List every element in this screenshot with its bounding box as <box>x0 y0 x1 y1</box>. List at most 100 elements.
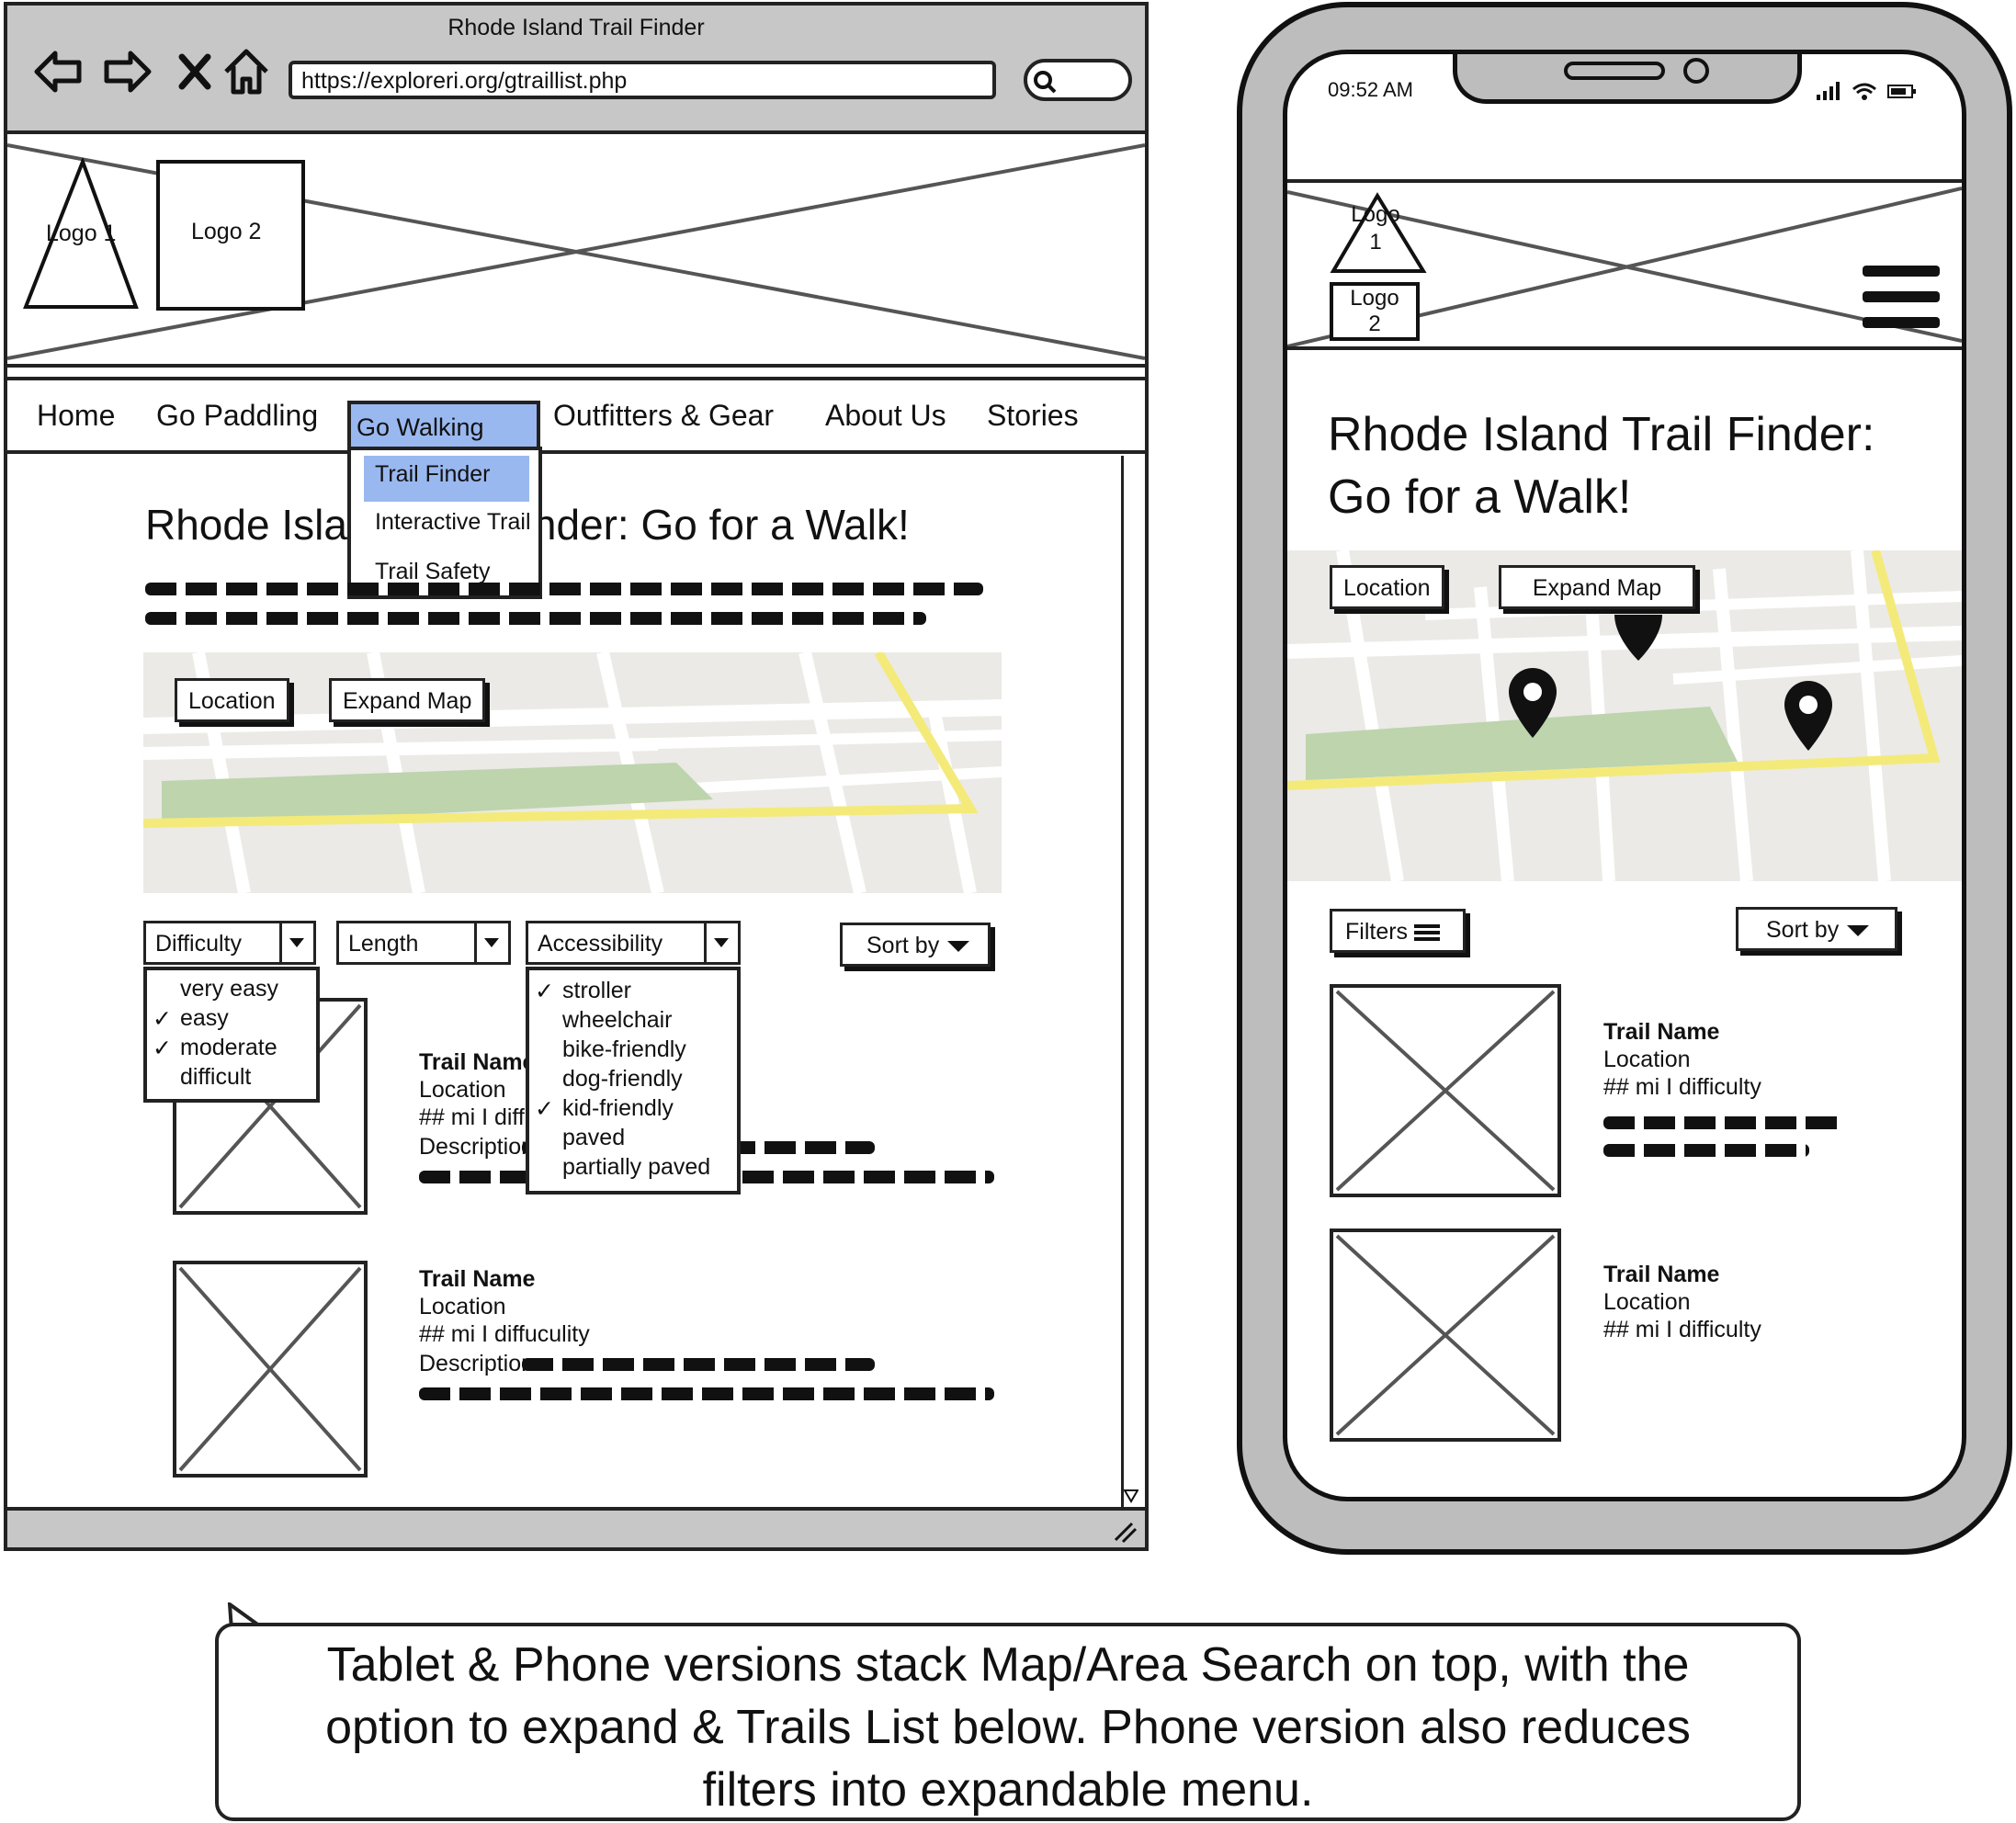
address-bar[interactable]: https://exploreri.org/gtraillist.php <box>289 61 996 99</box>
option-label: paved <box>562 1125 626 1150</box>
scroll-down-arrow-icon[interactable] <box>1124 1489 1138 1505</box>
option-label: very easy <box>180 976 278 1002</box>
accessibility-option[interactable]: ✓ kid-friendly <box>529 1095 737 1125</box>
forward-arrow-icon[interactable] <box>101 46 153 97</box>
difficulty-option[interactable]: very easy <box>147 976 316 1005</box>
option-label: moderate <box>180 1035 277 1060</box>
filters-button[interactable]: Filters <box>1330 909 1466 953</box>
placeholder-image <box>178 1266 362 1472</box>
trail-stats: ## mi I diffuculity <box>419 1321 590 1347</box>
expand-map-button[interactable]: Expand Map <box>1499 565 1695 609</box>
trail-thumbnail[interactable] <box>1330 1229 1561 1442</box>
nav-stories[interactable]: Stories <box>987 399 1079 433</box>
trail-stats: ## mi I difficulty <box>1603 1074 1761 1100</box>
battery-icon <box>1887 85 1916 98</box>
logo1-label: Logo 1 <box>46 221 117 246</box>
window-title: Rhode Island Trail Finder <box>447 15 705 40</box>
dropdown-item-interactive-trail-map[interactable]: Interactive Trail Map <box>351 504 538 549</box>
sort-by-button[interactable]: Sort by <box>840 923 991 967</box>
intro-text-line <box>145 583 983 595</box>
trail-name[interactable]: Trail Name <box>1603 1019 1719 1046</box>
resize-grip-icon[interactable] <box>1110 1518 1138 1544</box>
intro-text-line <box>145 612 926 625</box>
difficulty-select[interactable]: Difficulty <box>143 921 316 965</box>
accessibility-option[interactable]: ✓ stroller <box>529 978 737 1007</box>
caption-line: option to expand & Trails List below. Ph… <box>325 1701 1691 1754</box>
sort-by-label: Sort by <box>1766 917 1840 943</box>
go-walking-dropdown: Trail Finder Interactive Trail Map Trail… <box>347 447 542 599</box>
menu-lines-icon <box>1414 924 1441 942</box>
sort-by-button[interactable]: Sort by <box>1736 907 1897 951</box>
dropdown-item-trail-finder[interactable]: Trail Finder <box>364 456 529 502</box>
logo2-label-line: 2 <box>1368 311 1381 336</box>
trail-location: Location <box>419 1294 506 1319</box>
header-banner: Logo 1 Logo 2 <box>7 138 1145 368</box>
description-text-line <box>1603 1116 1842 1129</box>
close-icon[interactable] <box>169 46 221 97</box>
option-label: bike-friendly <box>562 1036 686 1062</box>
browser-statusbar <box>7 1507 1145 1547</box>
annotation-callout: Tablet & Phone versions stack Map/Area S… <box>215 1623 1801 1821</box>
length-select-label: Length <box>348 931 419 957</box>
option-label: dog-friendly <box>562 1066 683 1092</box>
accessibility-option[interactable]: dog-friendly <box>529 1066 737 1095</box>
signal-icon <box>1817 82 1840 100</box>
option-label: stroller <box>562 978 632 1003</box>
logo2-label: Logo 2 <box>191 219 262 244</box>
trail-thumbnail[interactable] <box>1330 984 1561 1197</box>
phone-header-banner: Logo 1 Logo 2 <box>1287 179 1962 350</box>
checkmark-icon: ✓ <box>535 1096 554 1122</box>
home-icon[interactable] <box>221 46 272 97</box>
logo2-label-line: Logo <box>1350 286 1399 311</box>
difficulty-option[interactable]: difficult <box>147 1064 316 1093</box>
placeholder-image <box>1335 990 1556 1192</box>
phone-notch <box>1453 54 1802 104</box>
chevron-down-icon <box>704 923 738 962</box>
difficulty-select-label: Difficulty <box>155 931 243 957</box>
status-time: 09:52 AM <box>1328 78 1413 101</box>
logo1-label: Logo 1 <box>1350 201 1401 256</box>
difficulty-option[interactable]: ✓ easy <box>147 1005 316 1035</box>
option-label: wheelchair <box>562 1007 673 1033</box>
caret-down-icon <box>947 941 970 953</box>
nav-go-paddling[interactable]: Go Paddling <box>156 399 318 433</box>
accessibility-option[interactable]: wheelchair <box>529 1007 737 1036</box>
trail-name[interactable]: Trail Name <box>419 1266 535 1293</box>
nav-outfitters-gear[interactable]: Outfitters & Gear <box>553 399 774 433</box>
length-select[interactable]: Length <box>336 921 511 965</box>
checkmark-icon: ✓ <box>153 1036 172 1061</box>
phone-title-line: Go for a Walk! <box>1328 470 1632 524</box>
trail-name[interactable]: Trail Name <box>419 1049 535 1076</box>
sort-by-label: Sort by <box>866 933 940 958</box>
expand-map-button[interactable]: Expand Map <box>329 678 486 722</box>
accessibility-select[interactable]: Accessibility <box>526 921 741 965</box>
nav-go-walking[interactable]: Go Walking <box>347 401 540 452</box>
accessibility-option[interactable]: bike-friendly <box>529 1036 737 1066</box>
checkmark-icon: ✓ <box>535 979 554 1004</box>
browser-titlebar: Rhode Island Trail Finder https://explor… <box>7 6 1145 134</box>
location-button[interactable]: Location <box>175 678 289 722</box>
caret-down-icon <box>1847 925 1870 937</box>
hamburger-menu-icon[interactable] <box>1863 264 1940 334</box>
trail-location: Location <box>419 1077 506 1103</box>
placeholder-image <box>1335 1234 1556 1436</box>
filters-label: Filters <box>1345 919 1409 945</box>
phone-page-title: Rhode Island Trail Finder: Go for a Walk! <box>1328 403 1943 528</box>
difficulty-option[interactable]: ✓ moderate <box>147 1035 316 1064</box>
trail-name[interactable]: Trail Name <box>1603 1262 1719 1288</box>
speaker-grille <box>1564 62 1665 80</box>
description-text-line <box>1603 1144 1809 1157</box>
checkmark-icon: ✓ <box>153 1006 172 1032</box>
nav-about-us[interactable]: About Us <box>825 399 946 433</box>
vertical-scrollbar[interactable] <box>1121 456 1138 1507</box>
location-button[interactable]: Location <box>1330 565 1444 609</box>
nav-home[interactable]: Home <box>37 399 115 433</box>
accessibility-option[interactable]: paved <box>529 1125 737 1154</box>
back-arrow-icon[interactable] <box>33 46 85 97</box>
trail-thumbnail[interactable] <box>173 1261 368 1478</box>
accessibility-options: ✓ stroller wheelchair bike-friendly dog-f… <box>526 967 741 1195</box>
trail-stats: ## mi I difficulty <box>1603 1317 1761 1342</box>
accessibility-option[interactable]: partially paved <box>529 1154 737 1183</box>
phone-screen: 09:52 AM Logo 1 Logo 2 Rhode Island Trail … <box>1283 50 1966 1501</box>
search-field[interactable] <box>1024 59 1132 101</box>
